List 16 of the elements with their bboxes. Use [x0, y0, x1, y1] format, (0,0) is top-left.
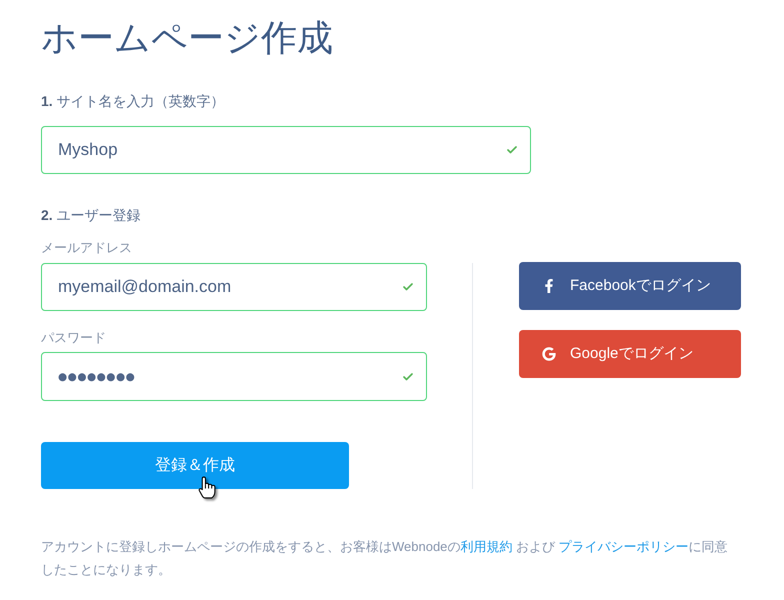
- terms-text: アカウントに登録しホームページの作成をすると、お客様はWebnodeの利用規約 および プライバシーポリシーに同意したことになります。: [41, 538, 729, 579]
- email-field[interactable]: myemail@domain.com: [41, 263, 427, 311]
- site-name-field[interactable]: Myshop: [41, 126, 531, 174]
- page-title: ホームページ作成: [41, 16, 333, 60]
- password-field[interactable]: ●●●●●●●●: [41, 352, 427, 401]
- terms-link[interactable]: 利用規約: [460, 539, 512, 554]
- step-heading: 1. サイト名を入力（英数字）: [41, 92, 225, 111]
- field-label: パスワード: [41, 330, 106, 346]
- hand-cursor-icon: [198, 476, 216, 499]
- field-label: メールアドレス: [41, 240, 132, 256]
- social-login-button[interactable]: Facebookでログイン: [519, 262, 741, 310]
- social-login-button[interactable]: Googleでログイン: [519, 330, 741, 378]
- step-heading: 2. ユーザー登録: [41, 206, 141, 225]
- google-icon: [542, 347, 556, 361]
- register-button[interactable]: 登録＆作成: [41, 442, 349, 489]
- terms-link[interactable]: プライバシーポリシー: [558, 539, 689, 554]
